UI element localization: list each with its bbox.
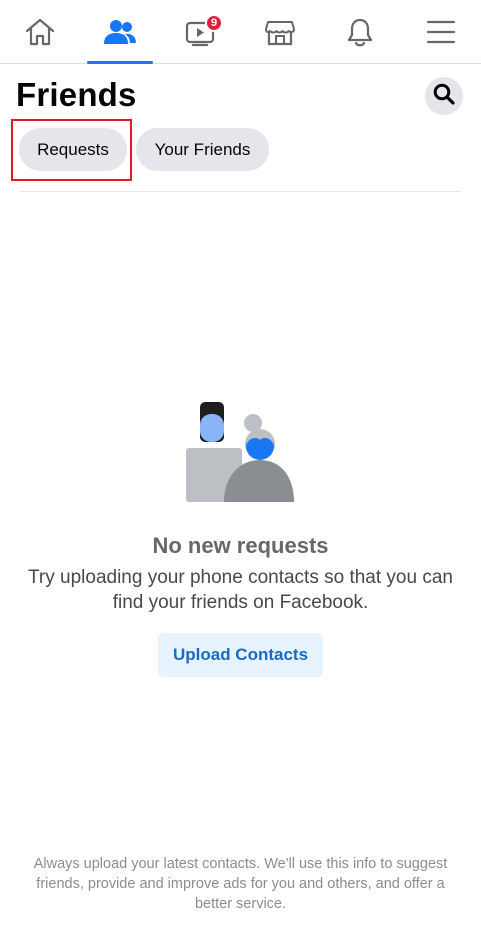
top-navigation-bar: 9 xyxy=(0,0,481,64)
tab-marketplace[interactable] xyxy=(241,0,319,63)
empty-state-description: Try uploading your phone contacts so tha… xyxy=(28,567,453,613)
tab-friends[interactable] xyxy=(81,0,159,64)
upload-contacts-button[interactable]: Upload Contacts xyxy=(158,633,323,677)
marketplace-icon xyxy=(264,17,296,47)
tab-watch[interactable]: 9 xyxy=(161,0,239,63)
bell-icon xyxy=(345,17,375,47)
tab-home[interactable] xyxy=(1,0,79,63)
search-button[interactable] xyxy=(425,77,463,115)
page-title: Friends xyxy=(16,76,137,113)
home-icon xyxy=(24,17,56,47)
friends-icon xyxy=(103,19,137,45)
no-requests-illustration xyxy=(180,398,300,509)
your-friends-filter-button[interactable]: Your Friends xyxy=(136,128,269,171)
notification-badge: 9 xyxy=(205,14,223,32)
tab-menu[interactable] xyxy=(402,0,480,63)
contacts-disclaimer: Always upload your latest contacts. We'l… xyxy=(33,856,448,912)
empty-state-title: No new requests xyxy=(152,533,329,558)
divider xyxy=(20,191,461,192)
search-icon xyxy=(433,83,455,110)
menu-icon xyxy=(426,19,456,45)
highlight-outline xyxy=(11,119,132,181)
tab-notifications[interactable] xyxy=(321,0,399,63)
